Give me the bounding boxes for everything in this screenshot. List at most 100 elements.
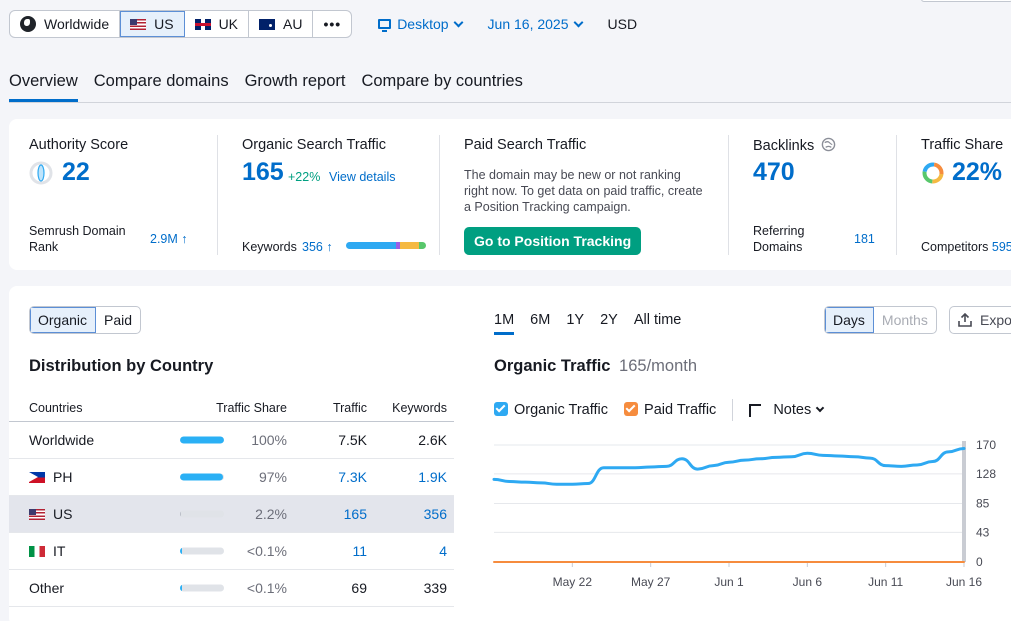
referring-domains-value[interactable]: 181 bbox=[854, 232, 875, 246]
toggle-days[interactable]: Days bbox=[825, 307, 874, 333]
organic-traffic-value[interactable]: 165 bbox=[242, 158, 284, 187]
table-row[interactable]: IT <0.1% 11 4 bbox=[9, 533, 454, 570]
legend-paid-traffic[interactable]: Paid Traffic bbox=[624, 402, 716, 418]
legend-organic-traffic[interactable]: Organic Traffic bbox=[494, 402, 608, 418]
chart-legend: Organic Traffic Paid Traffic Notes bbox=[494, 399, 825, 421]
legend-divider bbox=[732, 399, 734, 421]
keywords-label: Keywords bbox=[242, 240, 297, 254]
divider bbox=[217, 135, 218, 255]
chart-title: Organic Traffic bbox=[494, 357, 611, 375]
period-6m[interactable]: 6M bbox=[530, 312, 550, 335]
traffic-share-bar bbox=[180, 510, 224, 518]
x-tick-label: Jun 6 bbox=[793, 575, 823, 589]
region-au[interactable]: AU bbox=[249, 11, 314, 37]
col-traffic[interactable]: Traffic bbox=[333, 401, 367, 415]
col-keywords[interactable]: Keywords bbox=[392, 401, 447, 415]
organic-change-badge: +22% bbox=[288, 170, 321, 184]
traffic-share-title: Traffic Share bbox=[921, 137, 1004, 153]
region-worldwide[interactable]: Worldwide bbox=[10, 11, 121, 37]
notes-dropdown[interactable]: Notes bbox=[749, 402, 825, 418]
traffic-value: 7.5K bbox=[338, 432, 367, 448]
y-tick-label: 85 bbox=[976, 497, 990, 511]
period-1y[interactable]: 1Y bbox=[566, 312, 584, 335]
table-row[interactable]: US 2.2% 165 356 bbox=[9, 496, 454, 533]
export-button[interactable]: Expo bbox=[949, 306, 1011, 334]
period-all-time[interactable]: All time bbox=[634, 312, 682, 335]
x-tick-label: May 22 bbox=[553, 575, 593, 589]
traffic-share-block: Traffic Share 22% Competitors 595 bbox=[921, 119, 1011, 270]
traffic-share-donut-icon bbox=[922, 162, 944, 184]
country-name: IT bbox=[29, 543, 65, 559]
y-tick-label: 128 bbox=[976, 467, 996, 481]
tab-bar: Overview Compare domains Growth report C… bbox=[9, 72, 1011, 103]
traffic-share-bar bbox=[180, 584, 224, 592]
period-2y[interactable]: 2Y bbox=[600, 312, 618, 335]
table-row[interactable]: PH 97% 7.3K 1.9K bbox=[9, 459, 454, 496]
more-regions-button[interactable]: ••• bbox=[313, 11, 351, 37]
chart-title-row: Organic Traffic 165/month bbox=[494, 357, 697, 376]
globe-info-icon[interactable] bbox=[821, 137, 836, 152]
country-table: Countries Traffic Share Traffic Keywords… bbox=[9, 395, 454, 607]
col-countries[interactable]: Countries bbox=[29, 401, 83, 415]
go-to-position-tracking-button[interactable]: Go to Position Tracking bbox=[464, 227, 642, 255]
checkbox-icon bbox=[624, 402, 639, 416]
keywords-distribution-bar bbox=[346, 242, 426, 249]
device-dropdown[interactable]: Desktop bbox=[378, 16, 463, 32]
traffic-share-bar bbox=[180, 547, 224, 555]
region-uk[interactable]: UK bbox=[185, 11, 250, 37]
period-1m[interactable]: 1M bbox=[494, 312, 515, 335]
tab-overview[interactable]: Overview bbox=[9, 72, 78, 102]
traffic-share-value[interactable]: 22% bbox=[952, 158, 1002, 187]
period-selector: 1M 6M 1Y 2Y All time bbox=[494, 312, 681, 335]
view-details-link[interactable]: View details bbox=[329, 170, 395, 184]
traffic-value[interactable]: 7.3K bbox=[338, 469, 367, 485]
paid-traffic-title: Paid Search Traffic bbox=[464, 137, 587, 153]
traffic-share-bar-fill bbox=[180, 436, 224, 444]
authority-gauge-icon bbox=[29, 161, 53, 185]
authority-score-value[interactable]: 22 bbox=[62, 158, 90, 187]
country-name: US bbox=[29, 506, 72, 522]
x-tick-label: May 27 bbox=[631, 575, 671, 589]
export-button-content: Expo bbox=[950, 307, 1011, 333]
domain-rank-value[interactable]: 2.9M ↑ bbox=[150, 232, 188, 246]
keywords-value[interactable]: 356 ↑ bbox=[302, 240, 333, 254]
backlinks-value[interactable]: 470 bbox=[753, 158, 795, 187]
traffic-share-value: <0.1% bbox=[246, 543, 287, 559]
chevron-down-icon bbox=[815, 403, 825, 413]
au-flag-icon bbox=[259, 18, 276, 30]
table-row[interactable]: Other <0.1% 69 339 bbox=[9, 570, 454, 607]
traffic-share-value: 2.2% bbox=[255, 506, 287, 522]
keywords-value[interactable]: 4 bbox=[439, 543, 447, 559]
toggle-organic[interactable]: Organic bbox=[30, 307, 97, 333]
tab-compare-by-countries[interactable]: Compare by countries bbox=[361, 72, 522, 102]
checkbox-icon bbox=[494, 402, 508, 416]
export-icon bbox=[958, 313, 972, 327]
tab-compare-domains[interactable]: Compare domains bbox=[94, 72, 229, 102]
keywords-value[interactable]: 356 bbox=[424, 506, 447, 522]
us-flag-icon bbox=[29, 509, 45, 520]
backlinks-title: Backlinks bbox=[753, 137, 836, 154]
traffic-value: 69 bbox=[351, 580, 367, 596]
country-name: Other bbox=[29, 580, 65, 596]
table-header: Countries Traffic Share Traffic Keywords bbox=[9, 395, 454, 422]
tab-growth-report[interactable]: Growth report bbox=[245, 72, 346, 102]
col-traffic-share[interactable]: Traffic Share bbox=[216, 401, 287, 415]
keywords-bar-segment bbox=[400, 242, 419, 249]
chevron-down-icon bbox=[453, 17, 463, 27]
us-flag-icon bbox=[130, 18, 147, 30]
region-us[interactable]: US bbox=[120, 11, 185, 37]
competitors-value[interactable]: 595 bbox=[992, 240, 1011, 254]
paid-traffic-message: The domain may be new or not ranking rig… bbox=[464, 168, 703, 214]
toggle-months[interactable]: Months bbox=[874, 307, 936, 333]
date-dropdown[interactable]: Jun 16, 2025 bbox=[488, 16, 583, 32]
traffic-value[interactable]: 11 bbox=[352, 543, 367, 559]
distribution-title: Distribution by Country bbox=[29, 357, 214, 375]
toggle-paid[interactable]: Paid bbox=[96, 307, 140, 333]
divider bbox=[728, 135, 729, 255]
authority-score-title: Authority Score bbox=[29, 137, 129, 153]
divider bbox=[439, 135, 440, 255]
traffic-value[interactable]: 165 bbox=[344, 506, 367, 522]
it-flag-icon bbox=[29, 546, 45, 557]
table-row[interactable]: Worldwide 100% 7.5K 2.6K bbox=[9, 422, 454, 459]
keywords-value[interactable]: 1.9K bbox=[418, 469, 447, 485]
